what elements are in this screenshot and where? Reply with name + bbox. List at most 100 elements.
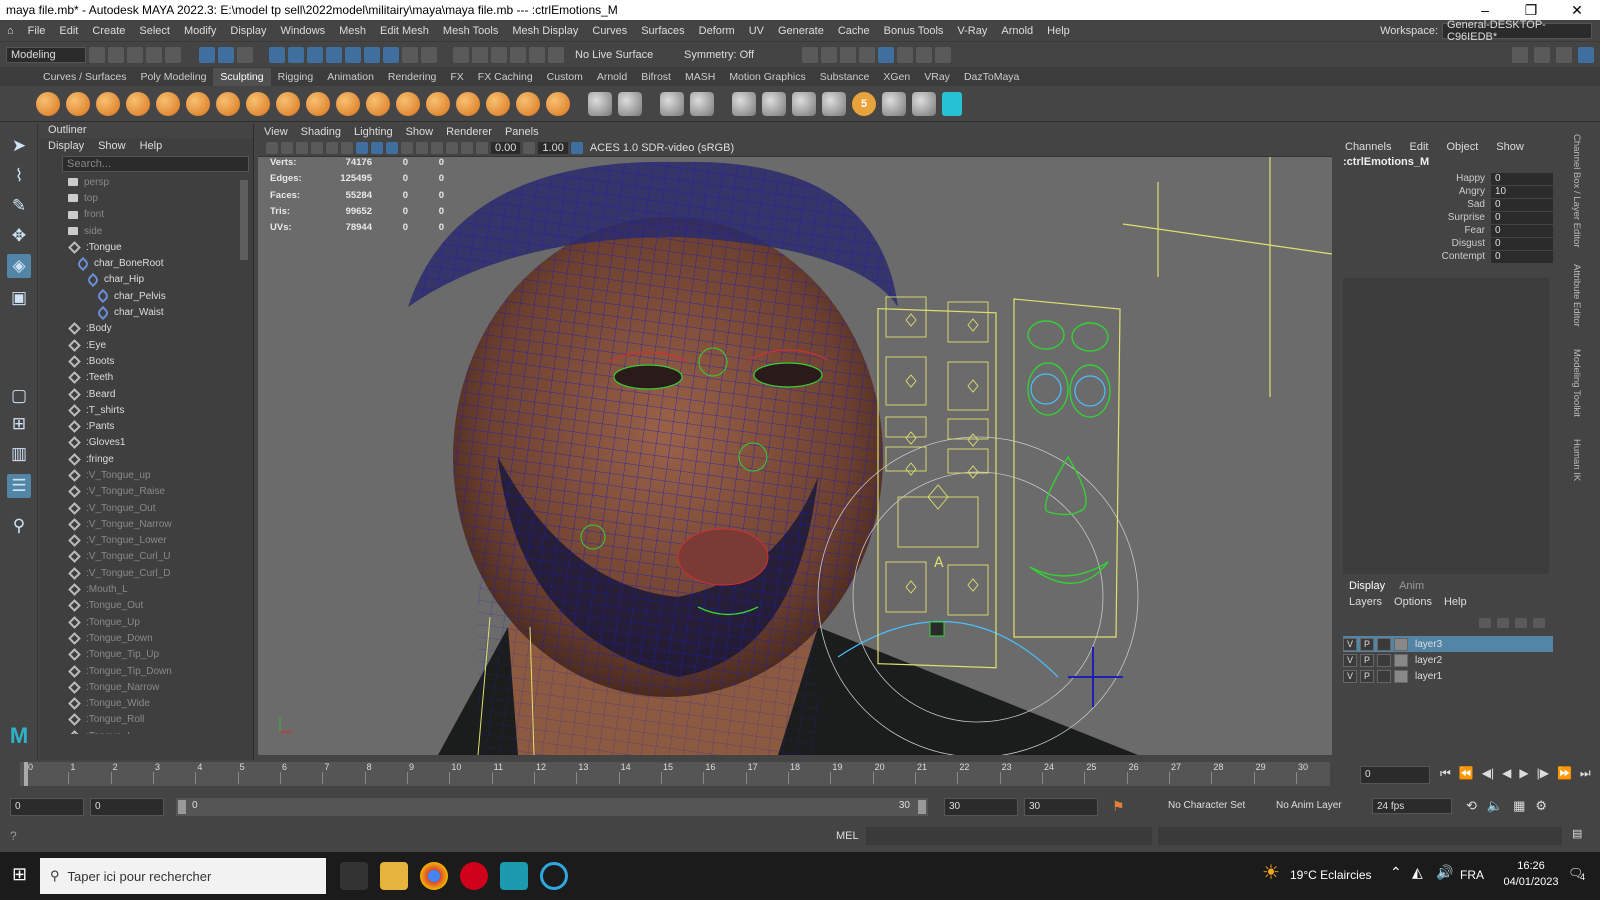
zoom-icon[interactable]: ⚲ — [7, 514, 31, 538]
shelf-tab-sculpting[interactable]: Sculpting — [213, 68, 271, 86]
channel-attr-value[interactable]: 0 — [1491, 237, 1553, 250]
channel-attr-value[interactable]: 10 — [1491, 185, 1553, 198]
imprint-brush-icon[interactable] — [306, 91, 330, 116]
help-icon[interactable]: ? — [10, 829, 17, 843]
fill-brush-icon[interactable] — [396, 91, 420, 116]
outliner-item[interactable]: char_Waist — [40, 304, 239, 320]
relax-brush-icon[interactable] — [96, 91, 120, 116]
smooth-brush-icon[interactable] — [66, 91, 90, 116]
outliner-item[interactable]: :V_Tongue_up — [40, 467, 239, 483]
pause-icon[interactable] — [935, 46, 951, 63]
tool-settings-toggle-icon[interactable] — [1556, 46, 1572, 63]
render-view-icon[interactable] — [802, 46, 818, 63]
outliner-item[interactable]: :Tongue_Down — [40, 630, 239, 646]
single-view-icon[interactable]: ▢ — [7, 384, 31, 408]
undo-icon[interactable] — [146, 46, 162, 63]
tpose-icon[interactable] — [942, 91, 962, 116]
layer-color-swatch[interactable] — [1394, 669, 1408, 683]
layer-menu-options[interactable]: Options — [1394, 596, 1432, 608]
outliner-item[interactable]: :V_Tongue_Raise — [40, 484, 239, 500]
scrape-brush-icon[interactable] — [366, 91, 390, 116]
clock-time[interactable]: 16:26 — [1504, 860, 1558, 872]
character-set-select[interactable]: No Character Set — [1168, 800, 1245, 811]
snap-grid-icon[interactable] — [453, 46, 469, 63]
menu-vray[interactable]: V-Ray — [950, 25, 994, 37]
channel-attr-row[interactable]: Fear 0 — [1341, 224, 1553, 237]
preferences-icon[interactable]: ⚙ — [1535, 798, 1547, 814]
maximize-button[interactable]: ❐ — [1508, 2, 1554, 19]
move-tool-icon[interactable]: ✥ — [7, 224, 31, 248]
go-to-end-icon[interactable]: ⏭ — [1580, 766, 1591, 781]
menu-deform[interactable]: Deform — [692, 25, 742, 37]
vray-icon[interactable] — [762, 91, 786, 116]
shelf-tab-mash[interactable]: MASH — [678, 68, 722, 86]
wireframe-icon[interactable] — [356, 142, 368, 154]
outliner-item[interactable]: :Mouth_L — [40, 581, 239, 597]
step-forward-frame-icon[interactable]: |▶ — [1537, 766, 1549, 781]
render-setup-icon[interactable] — [897, 46, 913, 63]
layer-row[interactable]: V Player1 — [1343, 668, 1553, 684]
shelf-tab-rendering[interactable]: Rendering — [381, 68, 443, 86]
menu-uv[interactable]: UV — [742, 25, 771, 37]
menu-mesh[interactable]: Mesh — [332, 25, 373, 37]
vp-menu-renderer[interactable]: Renderer — [446, 126, 492, 138]
shadows-icon[interactable] — [431, 142, 443, 154]
outliner-item[interactable]: :V_Tongue_Out — [40, 500, 239, 516]
step-forward-key-icon[interactable]: ⏩ — [1557, 766, 1572, 781]
channel-layer-toggle-icon[interactable] — [1578, 46, 1594, 63]
tab-channel-box[interactable]: Channel Box / Layer Editor — [1571, 134, 1582, 248]
channel-attr-value[interactable]: 0 — [1491, 250, 1553, 263]
mask-handles-icon[interactable] — [269, 46, 285, 63]
scene-start-field[interactable]: 0 — [10, 798, 84, 816]
mask-deform-icon[interactable] — [345, 46, 361, 63]
command-input[interactable] — [866, 827, 1152, 845]
shelf-tab-poly-modeling[interactable]: Poly Modeling — [133, 68, 213, 86]
grid-toggle-icon[interactable] — [311, 142, 323, 154]
light-editor-icon[interactable] — [916, 46, 932, 63]
menu-select[interactable]: Select — [132, 25, 177, 37]
menu-mesh-tools[interactable]: Mesh Tools — [436, 25, 505, 37]
outliner-menu-help[interactable]: Help — [140, 140, 163, 152]
knife-brush-icon[interactable] — [426, 91, 450, 116]
layer-visibility-toggle[interactable]: V — [1343, 669, 1357, 683]
shelf-tab-vray[interactable]: VRay — [917, 68, 957, 86]
outliner-menu-display[interactable]: Display — [48, 140, 84, 152]
go-to-start-icon[interactable]: ⏮ — [1440, 766, 1451, 781]
outliner-item[interactable]: :Body — [40, 321, 239, 337]
cortana-icon[interactable] — [540, 862, 568, 890]
wireframe-on-shaded-icon[interactable] — [386, 142, 398, 154]
blendshape-icon[interactable] — [660, 91, 684, 116]
mode-select[interactable]: Modeling — [6, 46, 86, 63]
clock-date[interactable]: 04/01/2023 — [1500, 876, 1562, 888]
menu-arnold[interactable]: Arnold — [994, 25, 1040, 37]
outliner-item[interactable]: :V_Tongue_Lower — [40, 533, 239, 549]
layer-visibility-toggle[interactable]: V — [1343, 637, 1357, 651]
channel-attr-row[interactable]: Disgust 0 — [1341, 237, 1553, 250]
skull-icon[interactable] — [912, 91, 936, 116]
mask-dynamics-icon[interactable] — [364, 46, 380, 63]
outliner-item[interactable]: :Tongue_Up — [40, 614, 239, 630]
select-by-hierarchy-icon[interactable] — [199, 46, 215, 63]
shelf-tab-arnold[interactable]: Arnold — [590, 68, 634, 86]
outliner-item[interactable]: :Tongue_Narrow — [40, 679, 239, 695]
flatten-brush-icon[interactable] — [186, 91, 210, 116]
layer-color-swatch[interactable] — [1394, 637, 1408, 651]
grid-icon[interactable] — [618, 91, 642, 116]
tab-attribute-editor[interactable]: Attribute Editor — [1571, 264, 1582, 327]
mask-joints-icon[interactable] — [288, 46, 304, 63]
anim-layer-select[interactable]: No Anim Layer — [1276, 800, 1342, 811]
snap-curve-icon[interactable] — [472, 46, 488, 63]
language-indicator[interactable]: FRA — [1460, 868, 1484, 882]
workspace-select[interactable]: General-DESKTOP-C96IEDB* — [1442, 19, 1592, 43]
maya-taskbar-icon[interactable] — [500, 862, 528, 890]
shelf-tab-curves-surfaces[interactable]: Curves / Surfaces — [36, 68, 133, 86]
select-tool-icon[interactable]: ➤ — [7, 134, 31, 158]
layer-color-swatch[interactable] — [1394, 653, 1408, 667]
two-view-icon[interactable]: ▥ — [7, 442, 31, 466]
outliner-item[interactable]: :Tongue_Tip_Down — [40, 663, 239, 679]
outliner-item[interactable]: :Beard — [40, 386, 239, 402]
channel-attr-row[interactable]: Angry 10 — [1341, 185, 1553, 198]
resolution-gate-icon[interactable] — [341, 142, 353, 154]
menu-modify[interactable]: Modify — [177, 25, 223, 37]
layer-playback-toggle[interactable]: P — [1360, 653, 1374, 667]
